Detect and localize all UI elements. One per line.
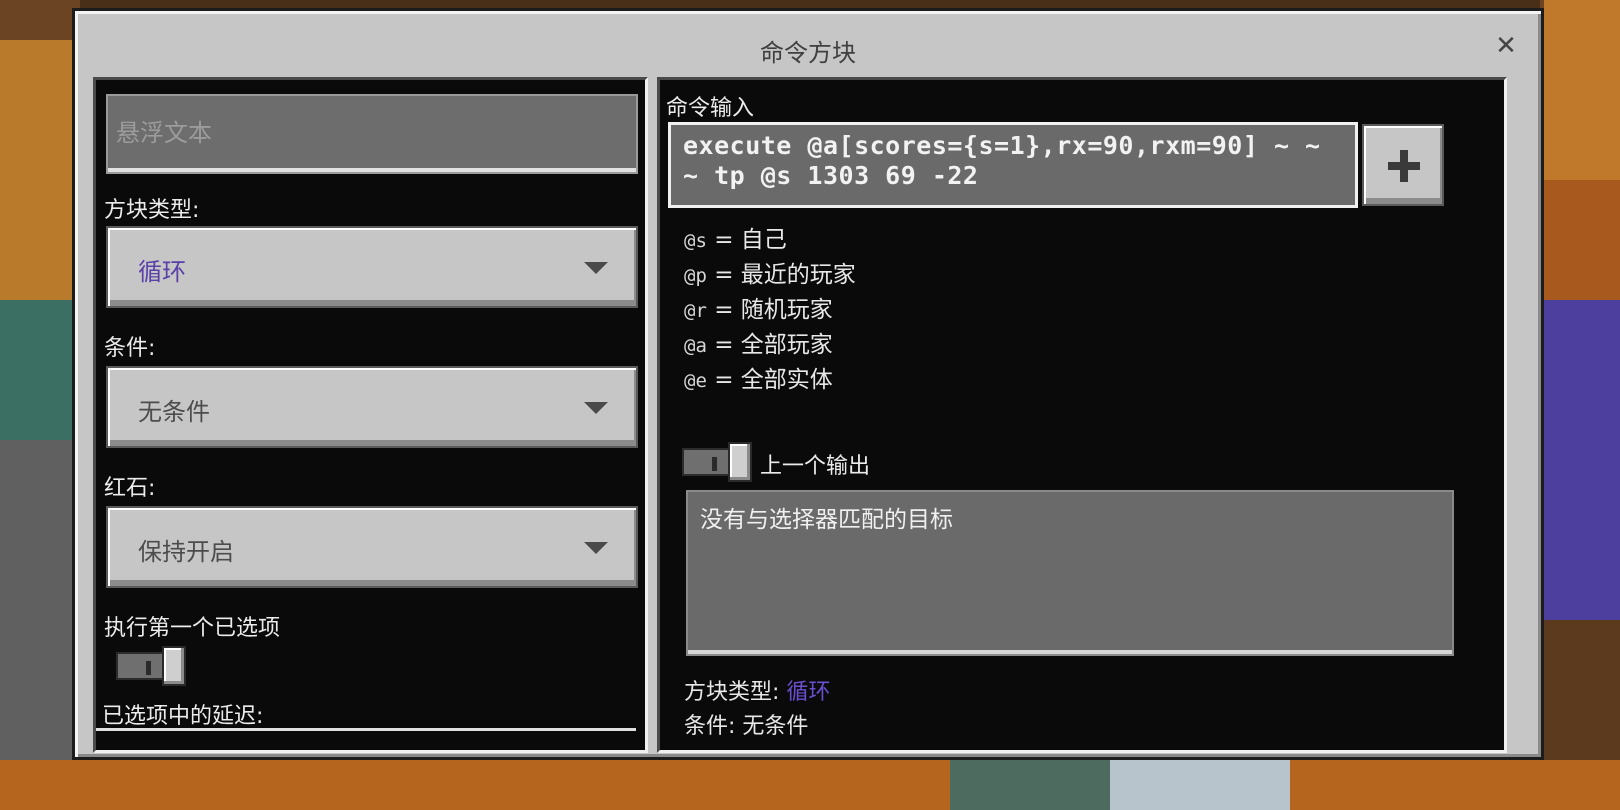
toggle-knob bbox=[162, 646, 186, 686]
selector-row: @s = 自己 bbox=[684, 227, 787, 253]
selector-row: @e = 全部实体 bbox=[684, 367, 833, 393]
info-block-type: 方块类型: 循环 bbox=[684, 680, 831, 705]
previous-output-toggle[interactable] bbox=[682, 442, 754, 482]
chevron-down-icon bbox=[584, 262, 608, 274]
redstone-value: 保持开启 bbox=[138, 538, 234, 566]
info-block-type-value: 循环 bbox=[786, 680, 831, 705]
condition-label: 条件: bbox=[104, 336, 156, 361]
execute-first-toggle[interactable] bbox=[116, 646, 188, 686]
plus-button[interactable] bbox=[1362, 124, 1444, 206]
command-input[interactable]: execute @a[scores={s=1},rx=90,rxm=90] ~ … bbox=[668, 122, 1358, 208]
previous-output-text: 没有与选择器匹配的目标 bbox=[700, 507, 953, 533]
command-input-label: 命令输入 bbox=[666, 96, 755, 121]
block-type-label: 方块类型: bbox=[104, 198, 200, 223]
dialog-title: 命令方块 bbox=[760, 39, 856, 67]
condition-value: 无条件 bbox=[138, 398, 210, 426]
hover-text-input[interactable] bbox=[114, 118, 618, 148]
execute-first-label: 执行第一个已选项 bbox=[104, 616, 281, 641]
delay-input[interactable] bbox=[96, 728, 636, 750]
redstone-label: 红石: bbox=[104, 476, 156, 501]
previous-output-label: 上一个输出 bbox=[760, 454, 871, 479]
delay-label: 已选项中的延迟: bbox=[102, 704, 264, 729]
info-condition: 条件: 无条件 bbox=[684, 714, 809, 739]
settings-panel: 方块类型: 循环 条件: 无条件 红石: 保持开启 执行第一个已选项 已选项中的… bbox=[93, 77, 648, 753]
command-block-dialog: 命令方块 ✕ 方块类型: 循环 条件: 无条件 红石: 保持开启 执行第一个已选… bbox=[72, 8, 1544, 760]
selector-row: @p = 最近的玩家 bbox=[684, 262, 856, 288]
selector-row: @r = 随机玩家 bbox=[684, 297, 833, 323]
hover-text-field[interactable] bbox=[106, 94, 638, 174]
redstone-dropdown[interactable]: 保持开启 bbox=[106, 506, 638, 588]
block-type-dropdown[interactable]: 循环 bbox=[106, 226, 638, 308]
command-panel: 命令输入 execute @a[scores={s=1},rx=90,rxm=9… bbox=[657, 77, 1507, 753]
close-icon[interactable]: ✕ bbox=[1493, 33, 1519, 59]
toggle-knob bbox=[728, 442, 752, 482]
condition-dropdown[interactable]: 无条件 bbox=[106, 366, 638, 448]
previous-output-box: 没有与选择器匹配的目标 bbox=[686, 490, 1454, 656]
selector-row: @a = 全部玩家 bbox=[684, 332, 833, 358]
chevron-down-icon bbox=[584, 402, 608, 414]
block-type-value: 循环 bbox=[138, 258, 186, 286]
selector-help-list: @s = 自己 @p = 最近的玩家 @r = 随机玩家 @a = 全部玩家 @… bbox=[684, 220, 856, 395]
chevron-down-icon bbox=[584, 542, 608, 554]
